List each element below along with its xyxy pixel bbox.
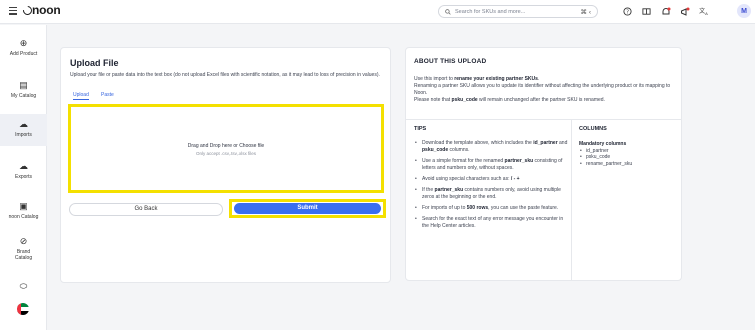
columns-title: COLUMNS: [579, 126, 607, 132]
book-icon[interactable]: [640, 5, 653, 18]
dropzone-hint: Only accept .csv,.tsv,.xlsx files: [195, 151, 257, 156]
top-header: noon Search for SKUs and more... ⌘ ‹ ? 文…: [0, 0, 755, 24]
sidebar-item-label: Add Product: [9, 51, 38, 57]
list-item: Download the template above, which inclu…: [414, 140, 568, 154]
about-line3: Please note that: [414, 97, 452, 103]
sidebar-item-label: noon Catalog: [8, 214, 39, 220]
plus-circle-icon: ⊕: [19, 38, 28, 48]
submit-button[interactable]: Submit: [234, 203, 381, 214]
sidebar-item-add-product[interactable]: ⊕ Add Product: [0, 38, 47, 57]
search-input[interactable]: Search for SKUs and more... ⌘ ‹: [438, 5, 598, 18]
notification-icon[interactable]: [659, 5, 672, 18]
translate-icon[interactable]: 文A: [697, 5, 710, 18]
upload-description: Upload your file or paste data into the …: [70, 72, 380, 78]
menu-icon[interactable]: [9, 7, 17, 15]
list-item: Search for the exact text of any error m…: [414, 216, 568, 230]
noon-logo[interactable]: noon: [21, 3, 61, 17]
sidebar: ⊕ Add Product ▤ My Catalog ☁ Imports ☁ E…: [0, 25, 47, 330]
search-placeholder: Search for SKUs and more...: [455, 9, 526, 15]
catalog-icon: ▤: [19, 80, 28, 90]
help-icon[interactable]: ?: [621, 5, 634, 18]
go-back-button[interactable]: Go Back: [69, 203, 223, 216]
sidebar-item-brand-catalog[interactable]: ⊘ Brand Catalog: [0, 236, 47, 261]
about-line1: Use this import to: [414, 76, 455, 82]
tips-list: Download the template above, which inclu…: [414, 140, 568, 234]
columns-list: Mandatory columns id_partner psku_code r…: [579, 141, 679, 167]
list-item: rename_partner_sku: [579, 161, 679, 168]
download-cloud-icon: ☁: [19, 161, 28, 171]
uae-flag-icon[interactable]: [17, 303, 29, 315]
search-icon: [445, 9, 451, 15]
about-title: ABOUT THIS UPLOAD: [414, 58, 487, 65]
tag-icon: ⬭: [19, 281, 28, 291]
sidebar-item-imports[interactable]: ☁ Imports: [0, 114, 47, 146]
file-dropzone[interactable]: Drag and Drop here or Choose file Only a…: [68, 104, 384, 193]
avatar-initial: M: [741, 7, 747, 15]
box-icon: ▣: [19, 201, 28, 211]
upload-title: Upload File: [70, 58, 119, 68]
dropzone-label: Drag and Drop here or Choose file: [187, 143, 265, 149]
check-circle-icon: ⊘: [19, 236, 28, 246]
tips-title: TIPS: [414, 126, 427, 132]
upload-file-card: Upload File Upload your file or paste da…: [60, 47, 391, 283]
list-item: Use a simple format for the renamed part…: [414, 158, 568, 172]
sidebar-item-tag[interactable]: ⬭: [0, 281, 47, 294]
list-item: For imports of up to 500 rows, you can u…: [414, 205, 568, 212]
sidebar-item-label: Imports: [15, 132, 32, 138]
list-item: Avoid using special characters such as: …: [414, 176, 568, 183]
upload-cloud-icon: ☁: [19, 119, 28, 129]
submit-highlight: Submit: [229, 199, 386, 218]
sidebar-item-exports[interactable]: ☁ Exports: [0, 161, 47, 180]
divider: [571, 120, 572, 281]
about-line2: Renaming a partner SKU allows you to upd…: [414, 83, 671, 96]
megaphone-icon[interactable]: [678, 5, 691, 18]
sidebar-item-label: My Catalog: [10, 93, 37, 99]
sidebar-item-label: Brand Catalog: [14, 249, 33, 261]
about-line3-end: will remain unchanged after the partner …: [477, 97, 605, 103]
about-line1-bold: rename your existing partner SKUs: [454, 76, 538, 82]
sidebar-item-label: Exports: [15, 174, 32, 180]
about-upload-card: ABOUT THIS UPLOAD Use this import to ren…: [405, 47, 682, 281]
svg-text:?: ?: [626, 9, 629, 15]
list-item: If the partner_sku contains numbers only…: [414, 187, 568, 201]
divider: [406, 119, 681, 120]
about-line3-bold: psku_code: [451, 97, 478, 103]
barcode-scan-icon[interactable]: ⌘ ‹: [581, 8, 591, 16]
sidebar-item-my-catalog[interactable]: ▤ My Catalog: [0, 80, 47, 99]
tab-upload[interactable]: Upload: [73, 92, 89, 100]
about-text: Use this import to rename your existing …: [414, 76, 676, 104]
logo-text: noon: [32, 3, 61, 17]
about-line1-end: .: [537, 76, 540, 82]
sidebar-item-noon-catalog[interactable]: ▣ noon Catalog: [0, 201, 47, 220]
tab-paste[interactable]: Paste: [101, 92, 114, 98]
avatar[interactable]: M: [737, 4, 751, 18]
